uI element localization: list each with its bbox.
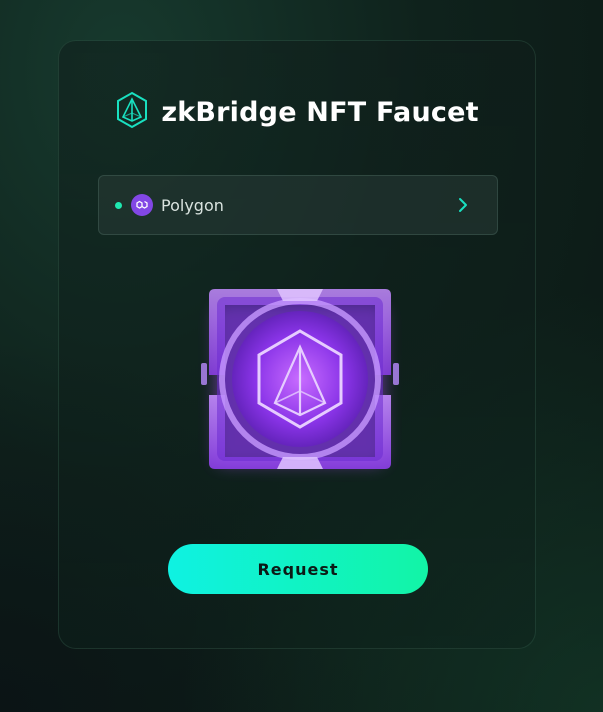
polygon-icon: [131, 194, 153, 216]
title-row: zkBridge NFT Faucet: [59, 91, 535, 133]
status-dot: [115, 201, 122, 209]
nft-image: [195, 285, 405, 485]
faucet-card: zkBridge NFT Faucet Polygon Request: [58, 40, 536, 649]
request-button[interactable]: Request: [168, 544, 428, 594]
page-title: zkBridge NFT Faucet: [161, 96, 479, 128]
hexagon-pyramid-icon: [115, 91, 149, 133]
network-label: Polygon: [161, 195, 224, 215]
network-select[interactable]: Polygon: [98, 175, 498, 235]
